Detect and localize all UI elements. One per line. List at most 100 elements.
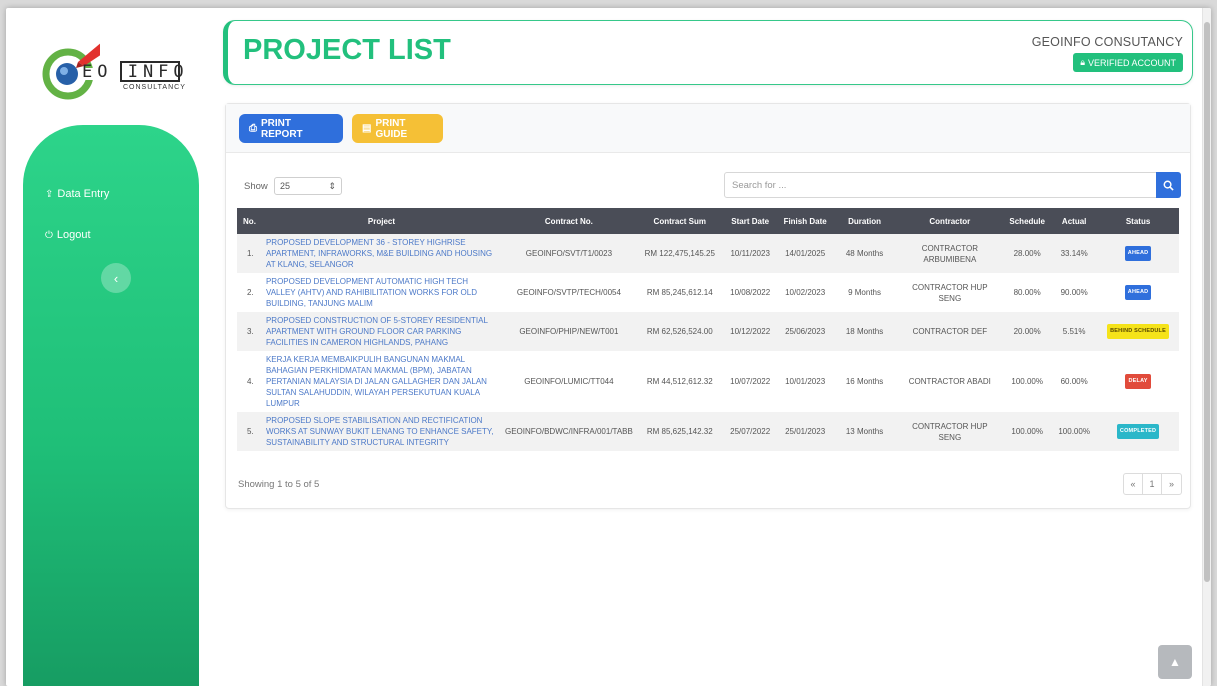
table-body: 1. PROPOSED DEVELOPMENT 36 - STOREY HIGHR… — [237, 234, 1179, 451]
cell-contractor: CONTRACTOR HUP SENG — [912, 282, 988, 303]
table-row[interactable]: 3. PROPOSED CONSTRUCTION OF 5-STOREY RESI… — [237, 312, 1179, 351]
column-header[interactable]: Start Date — [722, 208, 778, 234]
cell-duration: 13 Months — [845, 427, 884, 436]
column-header[interactable]: Contract No. — [500, 208, 637, 234]
cell-status: DELAY — [1097, 351, 1179, 412]
sidebar: ⇪ Data Entry ⏻ Logout ‹ — [23, 125, 199, 686]
cell-status: BEHIND SCHEDULE — [1097, 312, 1179, 351]
column-header[interactable]: Contract Sum — [636, 208, 723, 234]
cell-contractor: CONTRACTOR ABADI — [908, 377, 991, 386]
cell-sum: RM 122,475,145.25 — [644, 249, 715, 258]
table-row[interactable]: 2. PROPOSED DEVELOPMENT AUTOMATIC HIGH TE… — [237, 273, 1179, 312]
cell-finish: 10/01/2023 — [785, 377, 826, 386]
cell-sum: RM 62,526,524.00 — [646, 327, 713, 336]
page-header: PROJECT LIST GEOINFO CONSUTANCY 🔒︎ VERIF… — [223, 20, 1193, 85]
column-header[interactable]: Schedule — [1003, 208, 1052, 234]
print-guide-label: PRINT GUIDE — [375, 117, 408, 140]
table-row[interactable]: 1. PROPOSED DEVELOPMENT 36 - STOREY HIGHR… — [237, 234, 1179, 273]
verified-account-badge: 🔒︎ VERIFIED ACCOUNT — [1073, 53, 1183, 72]
cell-finish: 25/01/2023 — [785, 427, 826, 436]
cell-contractor: CONTRACTOR HUP SENG — [912, 421, 988, 442]
column-header[interactable]: Duration — [832, 208, 897, 234]
sidebar-item-label: Data Entry — [57, 188, 110, 200]
cell-status: AHEAD — [1097, 273, 1179, 312]
column-header[interactable]: Actual — [1051, 208, 1098, 234]
cell-duration: 16 Months — [845, 377, 884, 386]
sidebar-collapse-button[interactable]: ‹ — [101, 263, 131, 293]
cell-contractor: CONTRACTOR ARBUMIBENA — [921, 243, 978, 264]
sidebar-item-logout[interactable]: ⏻ Logout — [45, 229, 91, 241]
chevron-left-icon: ‹ — [113, 270, 119, 286]
cell-project[interactable]: PROPOSED DEVELOPMENT 36 - STOREY HIGHRIS… — [262, 234, 501, 273]
search-icon — [1163, 180, 1174, 191]
table-header-row: No. Project Contract No. Contract Sum Start … — [237, 208, 1179, 234]
sidebar-item-data-entry[interactable]: ⇪ Data Entry — [45, 188, 109, 200]
pagination: « 1 » — [1123, 473, 1182, 495]
cell-sum: RM 85,625,142.32 — [646, 427, 713, 436]
project-list-card: ⎙ PRINT REPORT ▤ PRINT GUIDE Show 25 ⇕ S… — [225, 103, 1191, 509]
back-to-top-button[interactable]: ▲ — [1158, 645, 1192, 679]
cell-no: 3. — [247, 327, 254, 336]
column-header[interactable]: No. — [237, 208, 262, 234]
sidebar-item-label: Logout — [56, 229, 91, 241]
project-table: No. Project Contract No. Contract Sum Start … — [237, 208, 1179, 451]
cell-no: 5. — [247, 427, 254, 436]
column-header[interactable]: Finish Date — [777, 208, 833, 234]
cell-no: 1. — [247, 249, 254, 258]
cell-contract-no: GEOINFO/SVTP/TECH/0054 — [516, 288, 621, 297]
chevron-up-icon: ▲ — [1169, 655, 1181, 669]
show-entries-label: Show — [244, 181, 268, 192]
cell-project[interactable]: KERJA KERJA MEMBAIKPULIH BANGUNAN MAKMAL… — [262, 351, 501, 412]
cell-actual: 60.00% — [1060, 377, 1088, 386]
cell-duration: 48 Months — [845, 249, 884, 258]
pagination-page-1[interactable]: 1 — [1143, 474, 1162, 494]
cell-sum: RM 44,512,612.32 — [646, 377, 713, 386]
page-size-select[interactable]: 25 ⇕ — [274, 177, 342, 195]
upload-icon: ⇪ — [45, 188, 54, 200]
print-report-button[interactable]: ⎙ PRINT REPORT — [239, 114, 343, 143]
cell-actual: 33.14% — [1060, 249, 1088, 258]
status-badge: AHEAD — [1124, 246, 1152, 261]
search-input[interactable] — [724, 172, 1157, 198]
cell-schedule: 100.00% — [1011, 427, 1043, 436]
search-button[interactable] — [1156, 172, 1181, 198]
cell-start: 10/08/2022 — [730, 288, 771, 297]
cell-status: COMPLETED — [1097, 412, 1179, 451]
cell-no: 2. — [247, 288, 254, 297]
cell-finish: 14/01/2025 — [785, 249, 826, 258]
table-info: Showing 1 to 5 of 5 — [238, 479, 320, 490]
cell-project[interactable]: PROPOSED DEVELOPMENT AUTOMATIC HIGH TECH… — [262, 273, 501, 312]
pagination-next-button[interactable]: » — [1162, 474, 1181, 494]
cell-contractor: CONTRACTOR DEF — [912, 327, 988, 336]
document-icon: ▤ — [362, 123, 372, 134]
cell-schedule: 28.00% — [1013, 249, 1041, 258]
cell-actual: 90.00% — [1060, 288, 1088, 297]
geoinfo-logo[interactable]: EO INFO CONSULTANCY — [40, 34, 190, 104]
print-guide-button[interactable]: ▤ PRINT GUIDE — [352, 114, 443, 143]
lock-icon: 🔒︎ — [1080, 57, 1085, 67]
page-scrollbar[interactable] — [1202, 8, 1211, 686]
cell-sum: RM 85,245,612.14 — [646, 288, 713, 297]
cell-status: AHEAD — [1097, 234, 1179, 273]
page-size-value: 25 — [280, 181, 291, 191]
page-title: PROJECT LIST — [243, 34, 451, 66]
status-badge: DELAY — [1125, 374, 1151, 389]
cell-schedule: 20.00% — [1013, 327, 1041, 336]
cell-duration: 18 Months — [845, 327, 884, 336]
cell-project[interactable]: PROPOSED SLOPE STABILISATION AND RECTIFI… — [262, 412, 501, 451]
company-name: GEOINFO CONSUTANCY — [1031, 35, 1183, 49]
table-row[interactable]: 4. KERJA KERJA MEMBAIKPULIH BANGUNAN MAKM… — [237, 351, 1179, 412]
column-header[interactable]: Status — [1097, 208, 1179, 234]
printer-icon: ⎙ — [249, 123, 257, 134]
cell-project[interactable]: PROPOSED CONSTRUCTION OF 5-STOREY RESIDE… — [262, 312, 501, 351]
column-header[interactable]: Project — [261, 208, 501, 234]
cell-start: 10/12/2022 — [730, 327, 771, 336]
table-row[interactable]: 5. PROPOSED SLOPE STABILISATION AND RECTI… — [237, 412, 1179, 451]
column-header[interactable]: Contractor — [896, 208, 1004, 234]
status-badge: COMPLETED — [1116, 424, 1160, 439]
cell-start: 10/07/2022 — [730, 377, 771, 386]
cell-finish: 10/02/2023 — [785, 288, 826, 297]
status-badge: BEHIND SCHEDULE — [1107, 324, 1169, 339]
scrollbar-thumb[interactable] — [1204, 22, 1210, 582]
pagination-prev-button[interactable]: « — [1124, 474, 1143, 494]
